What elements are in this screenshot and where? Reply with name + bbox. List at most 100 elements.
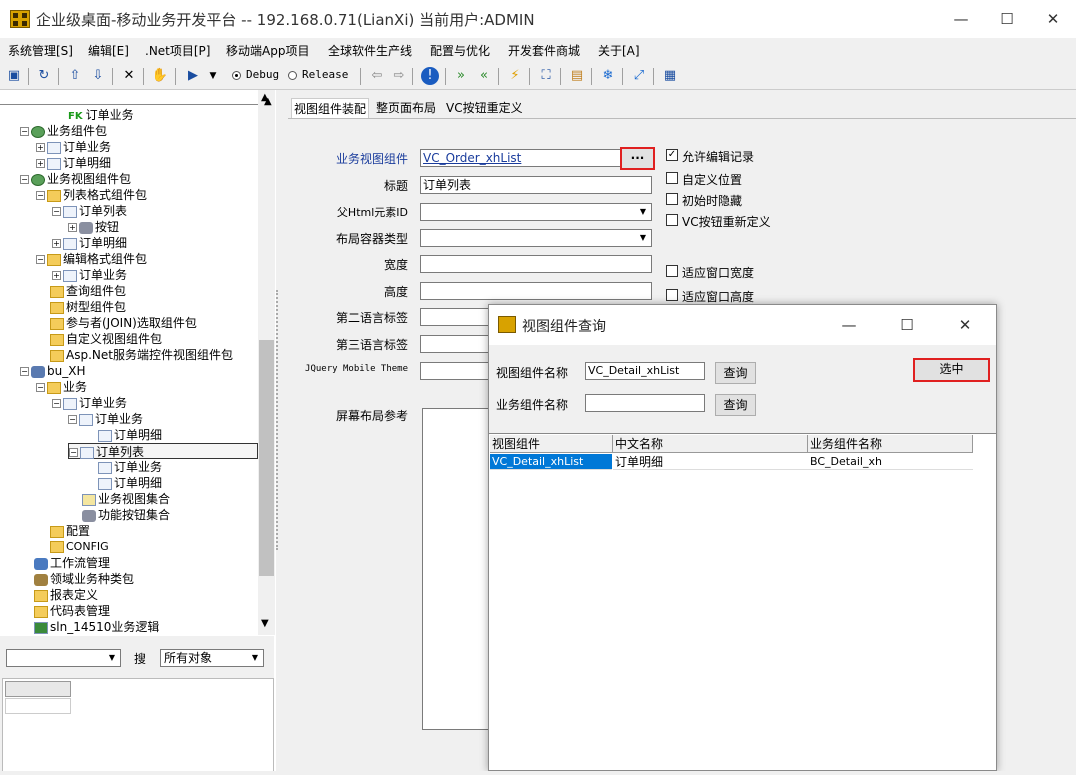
- tree-node[interactable]: − 订单业务: [68, 411, 143, 427]
- double-arrow-right-icon[interactable]: »: [452, 67, 470, 85]
- double-arrow-left-icon[interactable]: «: [475, 67, 493, 85]
- tree-node[interactable]: 订单业务: [98, 459, 162, 475]
- tab-view-component-assembly[interactable]: 视图组件装配: [291, 98, 370, 118]
- menu-about[interactable]: 关于[A]: [598, 42, 640, 59]
- menu-dev-store[interactable]: 开发套件商城: [508, 42, 580, 59]
- width-field[interactable]: [420, 255, 652, 273]
- release-radio[interactable]: [288, 71, 297, 80]
- layout-container-select[interactable]: ▼: [420, 229, 652, 247]
- tree-node[interactable]: − bu_XH: [20, 363, 85, 379]
- fit-window-height-checkbox[interactable]: [666, 289, 678, 301]
- tree-node[interactable]: 查询组件包: [50, 283, 126, 299]
- title-field[interactable]: 订单列表: [420, 176, 652, 194]
- menu-system[interactable]: 系统管理[S]: [8, 42, 73, 59]
- dialog-maximize-button[interactable]: ☐: [884, 305, 930, 345]
- tree-node[interactable]: − 订单列表: [52, 203, 127, 219]
- menu-net-project[interactable]: .Net项目[P]: [145, 42, 210, 59]
- save-icon[interactable]: ▣: [5, 67, 23, 85]
- tree-node[interactable]: 自定义视图组件包: [50, 331, 162, 347]
- project-tree[interactable]: FK 订单业务 − 业务组件包 + 订单业务 + 订单明细 − 业务视图组件包 − 列表格式…: [0, 90, 274, 635]
- tree-node[interactable]: 业务视图集合: [82, 491, 170, 507]
- tab-page-layout[interactable]: 整页面布局: [376, 98, 436, 118]
- tree-node[interactable]: + 订单业务: [36, 139, 111, 155]
- splitter[interactable]: [276, 290, 279, 550]
- dialog-close-button[interactable]: ✕: [942, 305, 988, 345]
- close-button[interactable]: ✕: [1030, 0, 1076, 38]
- custom-position-checkbox[interactable]: [666, 172, 678, 184]
- fit-window-width-checkbox[interactable]: [666, 265, 678, 277]
- bc-query-button[interactable]: 查询: [715, 394, 756, 416]
- debug-radio[interactable]: [232, 71, 241, 80]
- tree-scrollbar-thumb[interactable]: [259, 340, 274, 576]
- run-dropdown-icon[interactable]: ▼: [204, 67, 222, 85]
- tree-node[interactable]: − 编辑格式组件包: [36, 251, 147, 267]
- grid-header-view-component[interactable]: 视图组件: [490, 435, 613, 453]
- grid-cell-chinese-name[interactable]: 订单明细: [613, 454, 808, 470]
- maximize-button[interactable]: ☐: [984, 0, 1030, 38]
- result-grid[interactable]: 视图组件 中文名称 业务组件名称 VC_Detail_xhList 订单明细 B…: [489, 433, 996, 770]
- menu-global-software[interactable]: 全球软件生产线: [328, 42, 412, 59]
- tree-node[interactable]: + 订单明细: [52, 235, 127, 251]
- run-icon[interactable]: ▶: [184, 67, 202, 85]
- menu-mobile-app[interactable]: 移动端App项目: [226, 42, 309, 59]
- hand-icon[interactable]: ✋: [151, 67, 169, 85]
- tree-node[interactable]: 订单明细: [98, 427, 162, 443]
- move-up-icon[interactable]: ⇧: [66, 67, 84, 85]
- allow-edit-checkbox[interactable]: ✓: [666, 149, 678, 161]
- view-component-field[interactable]: VC_Order_xhList: [420, 149, 652, 167]
- vc-button-redefine-checkbox[interactable]: [666, 214, 678, 226]
- move-down-icon[interactable]: ⇩: [89, 67, 107, 85]
- tree-node[interactable]: − 业务组件包: [20, 123, 107, 139]
- grid-header-chinese-name[interactable]: 中文名称: [613, 435, 808, 453]
- select-button[interactable]: 选中: [913, 358, 990, 382]
- collapse-up-icon[interactable]: ▲: [264, 96, 272, 107]
- dialog-minimize-button[interactable]: —: [826, 305, 872, 345]
- forward-icon[interactable]: ⇨: [390, 67, 408, 85]
- tree-node[interactable]: − 业务: [36, 379, 87, 395]
- tree-node[interactable]: 工作流管理: [34, 555, 110, 571]
- lightning-icon[interactable]: ⚡: [506, 67, 524, 85]
- tree-node[interactable]: − 订单业务: [52, 395, 127, 411]
- fullscreen-icon[interactable]: ⤢: [630, 67, 648, 85]
- grid-header-business-component[interactable]: 业务组件名称: [808, 435, 973, 453]
- tab-vc-button-redefine[interactable]: VC按钮重定义: [446, 98, 523, 118]
- tree-node[interactable]: FK 订单业务: [68, 107, 134, 123]
- delete-icon[interactable]: ✕: [120, 67, 138, 85]
- tree-node[interactable]: 功能按钮集合: [82, 507, 170, 523]
- report-icon[interactable]: ▤: [568, 67, 586, 85]
- tree-node[interactable]: + 订单业务: [52, 267, 127, 283]
- tree-node[interactable]: sln_14510业务逻辑: [34, 619, 159, 635]
- bc-name-input[interactable]: [585, 394, 705, 412]
- grid-cell-view-component[interactable]: VC_Detail_xhList: [490, 454, 612, 470]
- select-frame-icon[interactable]: ⛶: [537, 67, 555, 85]
- tree-node[interactable]: Asp.Net服务端控件视图组件包: [50, 347, 233, 363]
- tree-node[interactable]: + 订单明细: [36, 155, 111, 171]
- info-icon[interactable]: !: [421, 67, 439, 85]
- calculator-icon[interactable]: ▦: [661, 67, 679, 85]
- search-results-list[interactable]: [2, 678, 274, 775]
- tree-node[interactable]: − 列表格式组件包: [36, 187, 147, 203]
- grid-cell-business-component[interactable]: BC_Detail_xh: [808, 454, 973, 470]
- browse-button[interactable]: ···: [620, 147, 655, 170]
- height-field[interactable]: [420, 282, 652, 300]
- tree-node[interactable]: 报表定义: [34, 587, 98, 603]
- vc-query-button[interactable]: 查询: [715, 362, 756, 384]
- tree-node[interactable]: 订单明细: [98, 475, 162, 491]
- initially-hidden-checkbox[interactable]: [666, 193, 678, 205]
- tree-node[interactable]: 领域业务种类包: [34, 571, 134, 587]
- minimize-button[interactable]: —: [938, 0, 984, 38]
- tree-node[interactable]: − 业务视图组件包: [20, 171, 131, 187]
- parent-html-select[interactable]: ▼: [420, 203, 652, 221]
- tree-node-selected[interactable]: − 订单列表: [68, 443, 258, 459]
- tree-node[interactable]: CONFIG: [50, 539, 109, 555]
- vc-name-input[interactable]: VC_Detail_xhList: [585, 362, 705, 380]
- back-icon[interactable]: ⇦: [368, 67, 386, 85]
- tree-node[interactable]: 代码表管理: [34, 603, 110, 619]
- tree-node[interactable]: + 按钮: [68, 219, 119, 235]
- refresh-icon[interactable]: ↻: [35, 67, 53, 85]
- object-filter-select[interactable]: 所有对象 ▼: [160, 649, 264, 667]
- search-combo[interactable]: ▼: [6, 649, 121, 667]
- tree-node[interactable]: 树型组件包: [50, 299, 126, 315]
- menu-config-optimize[interactable]: 配置与优化: [430, 42, 490, 59]
- tree-node[interactable]: 配置: [50, 523, 90, 539]
